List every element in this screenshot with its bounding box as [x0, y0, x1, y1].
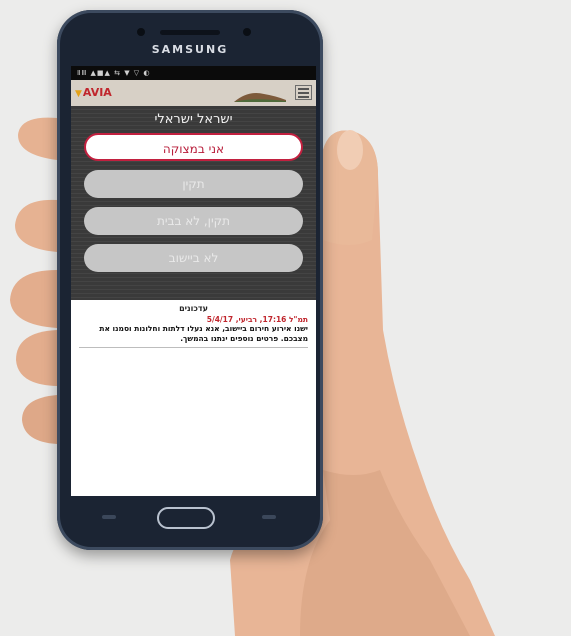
landscape-icon: [234, 93, 286, 102]
not-in-town-button[interactable]: לא ביישוב: [84, 244, 303, 272]
phone-screen: ⅡⅢ ▲■▲ ⇆ ▼ ▽ ◐ ▼AVIA ישראל ישראלי אני במ…: [71, 66, 316, 496]
logo-text: AVIA: [82, 86, 112, 99]
distress-button[interactable]: אני במצוקה: [84, 133, 303, 161]
menu-line: [298, 88, 309, 90]
hamburger-menu-button[interactable]: [295, 85, 312, 100]
recent-apps-key[interactable]: [102, 515, 116, 519]
device-brand: SAMSUNG: [151, 43, 229, 56]
updates-title: עדכונים: [179, 304, 208, 313]
earpiece-speaker: [160, 30, 220, 35]
updates-section: עדכונים תמ"ל 17:16, רביעי, 5/4/17 ישנו א…: [71, 300, 316, 348]
back-key[interactable]: [262, 515, 276, 519]
update-message: ישנו אירוע חירום ביישוב, אנא נעלו דלתות …: [99, 324, 308, 343]
menu-line: [298, 96, 309, 98]
ok-not-home-button[interactable]: תקין, לא בבית: [84, 207, 303, 235]
user-name-title: ישראל ישראלי: [154, 112, 233, 127]
app-header: ▼AVIA: [71, 80, 316, 106]
ok-button[interactable]: תקין: [84, 170, 303, 198]
sensor-icon: [137, 28, 145, 36]
pin-icon: ▼: [75, 89, 82, 99]
front-camera-icon: [243, 28, 251, 36]
status-bar: ⅡⅢ ▲■▲ ⇆ ▼ ▽ ◐: [71, 66, 316, 80]
menu-line: [298, 92, 309, 94]
home-button[interactable]: [157, 507, 215, 529]
update-timestamp: תמ"ל 17:16, רביעי, 5/4/17: [206, 315, 308, 324]
divider: [79, 347, 308, 348]
status-panel: ישראל ישראלי אני במצוקה תקין תקין, לא בב…: [71, 106, 316, 300]
app-logo: ▼AVIA: [75, 86, 112, 99]
